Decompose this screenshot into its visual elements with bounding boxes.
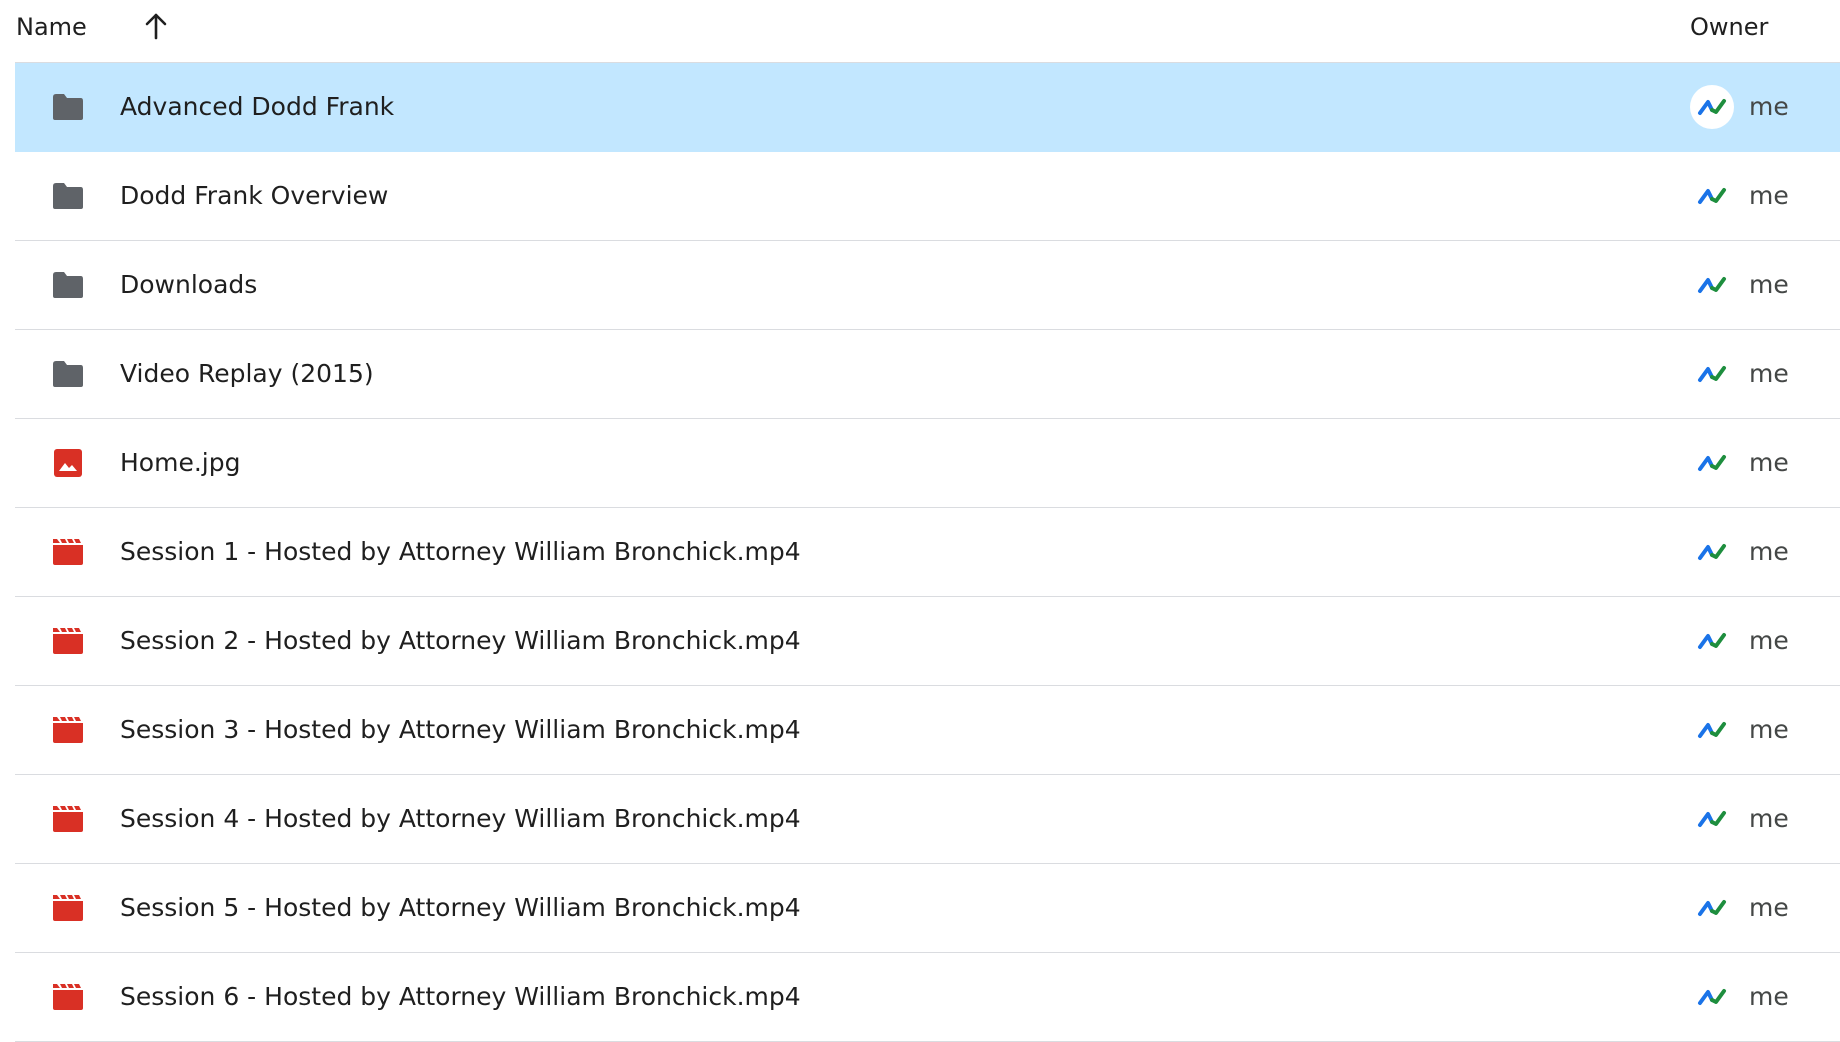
file-row[interactable]: Session 6 - Hosted by Attorney William B… [15, 953, 1840, 1042]
owner-label: me [1749, 181, 1789, 210]
owner-label: me [1749, 626, 1789, 655]
owner-label: me [1749, 270, 1789, 299]
file-name[interactable]: Session 3 - Hosted by Attorney William B… [120, 715, 801, 744]
folder-icon [49, 89, 87, 125]
file-name[interactable]: Advanced Dodd Frank [120, 92, 394, 121]
owner-avatar-icon [1690, 530, 1734, 574]
owner-column-header[interactable]: Owner [1690, 13, 1768, 41]
owner-avatar-icon [1690, 886, 1734, 930]
file-name[interactable]: Session 1 - Hosted by Attorney William B… [120, 537, 801, 566]
owner-avatar-icon [1690, 263, 1734, 307]
file-name[interactable]: Dodd Frank Overview [120, 181, 388, 210]
owner-label: me [1749, 92, 1789, 121]
file-name[interactable]: Session 4 - Hosted by Attorney William B… [120, 804, 801, 833]
arrow-up-icon[interactable] [141, 11, 171, 41]
file-row[interactable]: Session 5 - Hosted by Attorney William B… [15, 864, 1840, 953]
image-file-icon [49, 445, 87, 481]
file-row[interactable]: Downloads me [15, 241, 1840, 330]
video-file-icon [49, 534, 87, 570]
owner-avatar-icon [1690, 708, 1734, 752]
folder-icon [49, 178, 87, 214]
folder-icon [49, 267, 87, 303]
file-row[interactable]: Session 4 - Hosted by Attorney William B… [15, 775, 1840, 864]
owner-avatar-icon [1690, 441, 1734, 485]
file-list: Name Owner Advanced Dodd Frank me Dodd Fra… [0, 0, 1840, 1042]
video-file-icon [49, 712, 87, 748]
file-rows: Advanced Dodd Frank me Dodd Frank Overview… [0, 63, 1840, 1042]
owner-avatar-icon [1690, 619, 1734, 663]
owner-avatar-icon [1690, 85, 1734, 129]
video-file-icon [49, 979, 87, 1015]
file-row[interactable]: Video Replay (2015) me [15, 330, 1840, 419]
file-row[interactable]: Home.jpg me [15, 419, 1840, 508]
owner-label: me [1749, 982, 1789, 1011]
owner-label: me [1749, 359, 1789, 388]
owner-avatar-icon [1690, 352, 1734, 396]
owner-avatar-icon [1690, 975, 1734, 1019]
file-row[interactable]: Session 1 - Hosted by Attorney William B… [15, 508, 1840, 597]
file-name[interactable]: Downloads [120, 270, 257, 299]
video-file-icon [49, 890, 87, 926]
file-name[interactable]: Home.jpg [120, 448, 240, 477]
name-column-header[interactable]: Name [16, 13, 87, 41]
file-name[interactable]: Session 6 - Hosted by Attorney William B… [120, 982, 801, 1011]
file-name[interactable]: Session 5 - Hosted by Attorney William B… [120, 893, 801, 922]
file-row[interactable]: Advanced Dodd Frank me [15, 63, 1840, 152]
owner-label: me [1749, 715, 1789, 744]
file-name[interactable]: Session 2 - Hosted by Attorney William B… [120, 626, 801, 655]
video-file-icon [49, 623, 87, 659]
owner-label: me [1749, 804, 1789, 833]
owner-label: me [1749, 537, 1789, 566]
folder-icon [49, 356, 87, 392]
file-row[interactable]: Session 3 - Hosted by Attorney William B… [15, 686, 1840, 775]
owner-label: me [1749, 448, 1789, 477]
list-header: Name Owner [15, 0, 1840, 63]
file-name[interactable]: Video Replay (2015) [120, 359, 374, 388]
owner-avatar-icon [1690, 174, 1734, 218]
owner-label: me [1749, 893, 1789, 922]
file-row[interactable]: Dodd Frank Overview me [15, 152, 1840, 241]
file-row[interactable]: Session 2 - Hosted by Attorney William B… [15, 597, 1840, 686]
owner-avatar-icon [1690, 797, 1734, 841]
video-file-icon [49, 801, 87, 837]
